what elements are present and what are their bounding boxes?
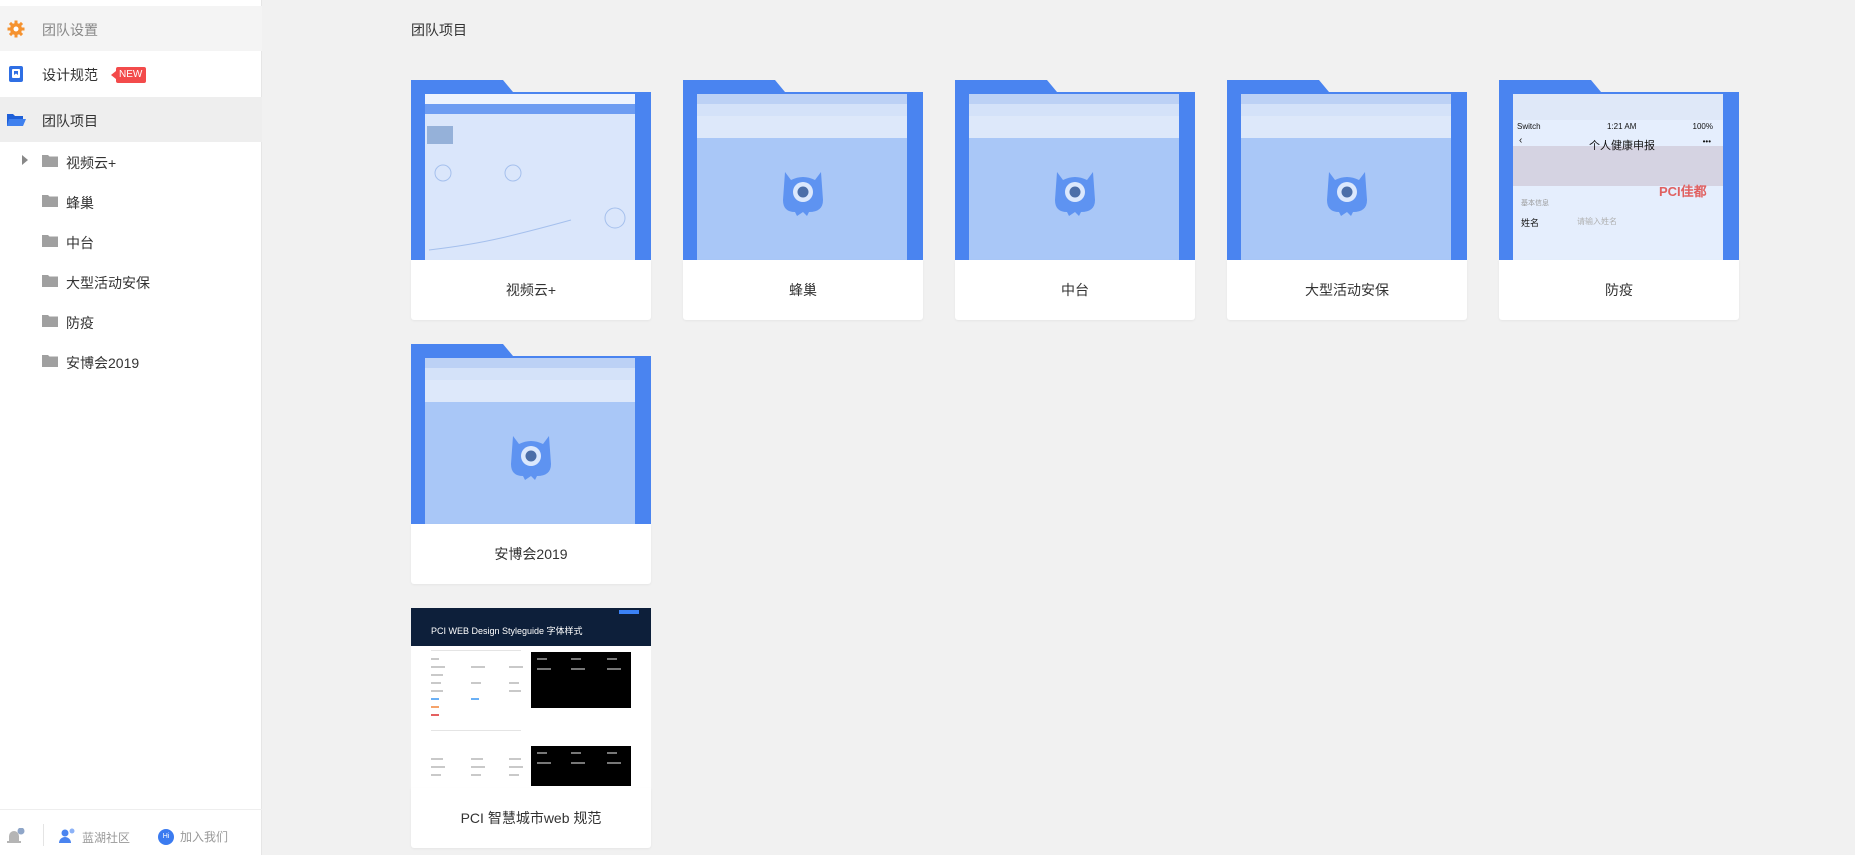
notification-bell-icon[interactable] <box>6 827 26 847</box>
tree-item-fangyi[interactable]: 防疫 <box>0 303 262 339</box>
project-card-title: 大型活动安保 <box>1227 260 1467 320</box>
folder-thumbnail <box>683 80 923 260</box>
folder-icon <box>42 234 58 250</box>
styleguide-thumbnail: PCI WEB Design Styleguide 字体样式 <box>411 608 651 788</box>
carrier-label: Switch <box>1517 122 1541 131</box>
folder-thumbnail <box>411 344 651 524</box>
tree-item-label: 安博会2019 <box>66 355 140 371</box>
gear-icon <box>6 19 26 39</box>
project-card-title: 安博会2019 <box>411 524 651 584</box>
project-card-anbohui[interactable]: 安博会2019 <box>411 344 651 584</box>
project-card-shipinyun[interactable]: 视频云+ <box>411 80 651 320</box>
nav-team-projects[interactable]: 团队项目 <box>0 97 262 142</box>
tree-item-label: 中台 <box>66 235 94 251</box>
project-card-title: 视频云+ <box>411 260 651 320</box>
tree-item-shipinyun[interactable]: 视频云+ <box>0 143 262 179</box>
folder-thumbnail <box>411 80 651 260</box>
folder-icon <box>42 314 58 330</box>
section-label: 基本信息 <box>1521 200 1549 207</box>
nav-team-settings-label: 团队设置 <box>42 22 98 38</box>
styleguide-tag <box>619 610 639 614</box>
styleguide-header-text: PCI WEB Design Styleguide 字体样式 <box>431 626 583 636</box>
project-card-event-security[interactable]: 大型活动安保 <box>1227 80 1467 320</box>
folder-open-icon <box>6 110 26 130</box>
field-label: 姓名 <box>1521 218 1540 228</box>
sidebar-footer: 蓝湖社区 Hi 加入我们 <box>0 809 262 855</box>
folder-icon <box>42 274 58 290</box>
folder-thumbnail <box>955 80 1195 260</box>
tree-item-label: 大型活动安保 <box>66 275 150 291</box>
project-card-title: 防疫 <box>1499 260 1739 320</box>
project-card-zhongtai[interactable]: 中台 <box>955 80 1195 320</box>
tree-item-label: 防疫 <box>66 315 94 331</box>
nav-design-spec[interactable]: 设计规范 NEW <box>0 51 262 96</box>
tree-item-fengchao[interactable]: 蜂巢 <box>0 183 262 219</box>
styleguide-header: PCI WEB Design Styleguide 字体样式 <box>411 608 651 646</box>
mobile-form-preview: Switch 1:21 AM 100% ‹ 个人健康申报 ••• PCI佳都 基… <box>1513 120 1723 260</box>
chat-bubble-icon: Hi <box>158 828 174 845</box>
community-label: 蓝湖社区 <box>82 831 131 845</box>
battery-label: 100% <box>1692 122 1713 131</box>
tree-item-zhongtai[interactable]: 中台 <box>0 223 262 259</box>
sidebar: 团队设置 设计规范 NEW 团队项目 视频云+ 蜂巢 中台 大型活动安保 防疫 … <box>0 0 262 855</box>
project-card-pci-styleguide[interactable]: PCI WEB Design Styleguide 字体样式 PCI 智慧城市w… <box>411 608 651 848</box>
design-spec-icon <box>6 64 26 84</box>
nav-team-settings[interactable]: 团队设置 <box>0 6 262 51</box>
brand-logo-text: PCI佳都 <box>1659 184 1707 199</box>
preview-page-title: 个人健康申报 <box>1589 140 1655 152</box>
time-label: 1:21 AM <box>1607 122 1637 131</box>
nav-team-projects-label: 团队项目 <box>42 113 98 129</box>
project-card-title: 蜂巢 <box>683 260 923 320</box>
caret-right-icon[interactable] <box>22 155 28 165</box>
folder-thumbnail <box>1227 80 1467 260</box>
field-placeholder: 请输入姓名 <box>1577 217 1617 226</box>
folder-icon <box>42 154 58 170</box>
community-link[interactable]: 蓝湖社区 <box>58 828 130 847</box>
tree-item-label: 视频云+ <box>66 155 117 171</box>
join-us-link[interactable]: Hi 加入我们 <box>158 828 228 845</box>
styleguide-type-samples <box>431 650 631 786</box>
project-card-fengchao[interactable]: 蜂巢 <box>683 80 923 320</box>
tree-item-label: 蜂巢 <box>66 195 94 211</box>
join-us-label: 加入我们 <box>180 830 229 844</box>
new-badge: NEW <box>110 67 147 83</box>
project-card-title: 中台 <box>955 260 1195 320</box>
page-title: 团队项目 <box>411 22 467 38</box>
folder-icon <box>42 354 58 370</box>
footer-divider <box>43 824 44 846</box>
community-icon <box>58 828 76 847</box>
project-card-fangyi[interactable]: Switch 1:21 AM 100% ‹ 个人健康申报 ••• PCI佳都 基… <box>1499 80 1739 320</box>
folder-icon <box>42 194 58 210</box>
back-arrow-icon: ‹ <box>1519 135 1523 146</box>
project-card-title: PCI 智慧城市web 规范 <box>411 788 651 848</box>
tree-item-event-security[interactable]: 大型活动安保 <box>0 263 262 299</box>
more-icon: ••• <box>1702 137 1711 146</box>
nav-design-spec-label: 设计规范 <box>42 67 98 83</box>
tree-item-anbohui[interactable]: 安博会2019 <box>0 343 262 379</box>
